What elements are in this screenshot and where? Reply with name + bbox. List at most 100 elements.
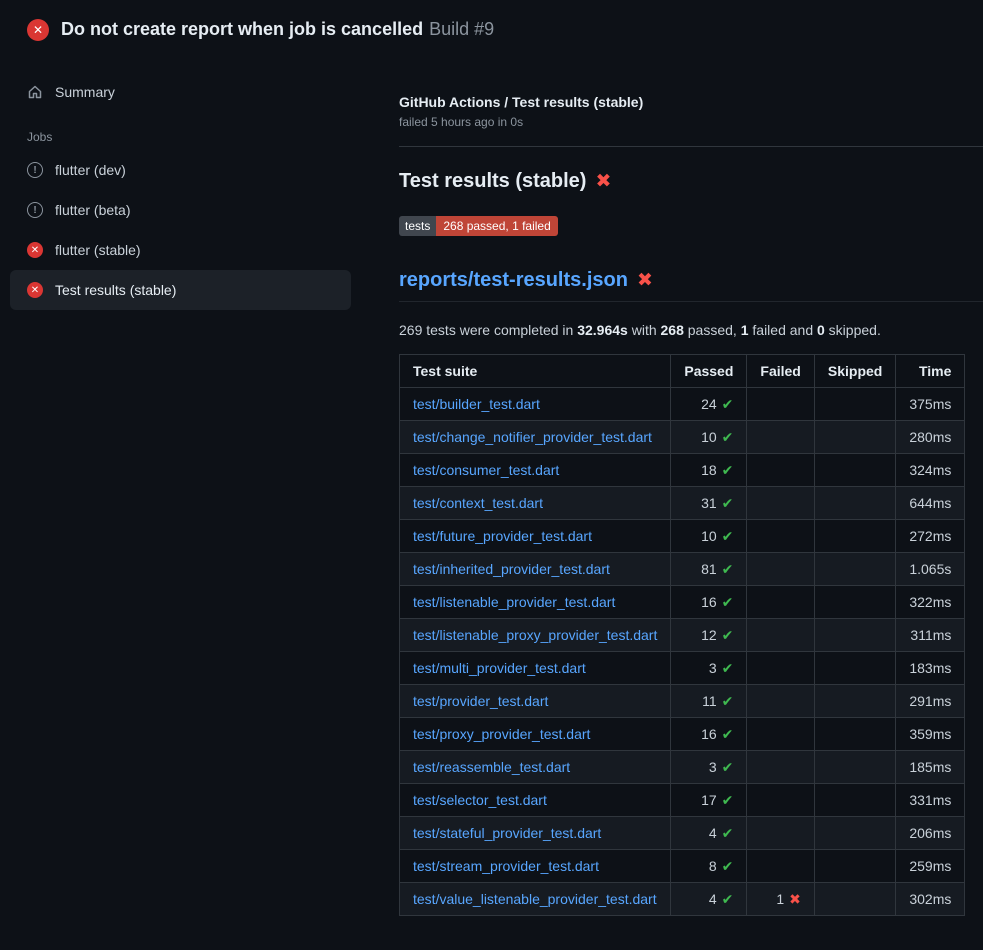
test-suite-cell: test/selector_test.dart bbox=[400, 784, 671, 817]
check-icon: ✔ bbox=[722, 594, 734, 610]
test-suite-link[interactable]: test/inherited_provider_test.dart bbox=[413, 561, 610, 577]
test-suite-link[interactable]: test/builder_test.dart bbox=[413, 396, 540, 412]
test-time-cell: 1.065s bbox=[896, 553, 965, 586]
check-icon: ✔ bbox=[722, 792, 734, 808]
cross-mark-icon: ✖ bbox=[637, 269, 653, 292]
sidebar-item-summary[interactable]: Summary bbox=[10, 72, 351, 112]
test-suite-link[interactable]: test/selector_test.dart bbox=[413, 792, 547, 808]
sidebar-item-job[interactable]: ✕ Test results (stable) bbox=[10, 270, 351, 310]
failed-count-cell: 1✖ bbox=[747, 883, 814, 916]
passed-count: 12 bbox=[701, 627, 717, 643]
cross-icon: ✖ bbox=[789, 891, 801, 907]
check-icon: ✔ bbox=[722, 396, 734, 412]
run-title-text: Do not create report when job is cancell… bbox=[61, 19, 423, 39]
test-suite-link[interactable]: test/proxy_provider_test.dart bbox=[413, 726, 590, 742]
table-row: test/multi_provider_test.dart3✔183ms bbox=[400, 652, 965, 685]
check-icon: ✔ bbox=[722, 627, 734, 643]
test-suite-link[interactable]: test/reassemble_test.dart bbox=[413, 759, 570, 775]
test-time-cell: 644ms bbox=[896, 487, 965, 520]
summary-text: with bbox=[628, 322, 661, 338]
failed-count-cell bbox=[747, 718, 814, 751]
passed-count: 17 bbox=[701, 792, 717, 808]
check-icon: ✔ bbox=[722, 726, 734, 742]
passed-count-cell: 11✔ bbox=[671, 685, 747, 718]
failed-count-cell bbox=[747, 520, 814, 553]
test-suite-link[interactable]: test/listenable_proxy_provider_test.dart bbox=[413, 627, 657, 643]
summary-text: 269 tests were completed in bbox=[399, 322, 577, 338]
sidebar-item-label: Test results (stable) bbox=[55, 282, 176, 298]
passed-count: 3 bbox=[709, 660, 717, 676]
failed-count-cell bbox=[747, 652, 814, 685]
check-icon: ✔ bbox=[722, 495, 734, 511]
passed-count-cell: 4✔ bbox=[671, 817, 747, 850]
test-suite-link[interactable]: test/stateful_provider_test.dart bbox=[413, 825, 601, 841]
passed-count-cell: 24 ✔ bbox=[671, 388, 747, 421]
test-suite-cell: test/change_notifier_provider_test.dart bbox=[400, 421, 671, 454]
failed-status-icon: ✕ bbox=[27, 282, 43, 298]
page-header: ✕ Do not create report when job is cance… bbox=[0, 0, 983, 56]
jobs-section-label: Jobs bbox=[10, 130, 351, 144]
test-suite-cell: test/multi_provider_test.dart bbox=[400, 652, 671, 685]
check-title: Test results (stable) ✖ bbox=[399, 170, 983, 193]
sidebar-item-label: Summary bbox=[55, 84, 115, 100]
passed-count: 81 bbox=[701, 561, 717, 577]
summary-text: passed, bbox=[684, 322, 741, 338]
passed-count-cell: 81✔ bbox=[671, 553, 747, 586]
test-suite-link[interactable]: test/change_notifier_provider_test.dart bbox=[413, 429, 652, 445]
report-link[interactable]: reports/test-results.json bbox=[399, 269, 628, 292]
passed-count: 31 bbox=[701, 495, 717, 511]
failed-status-icon: ✕ bbox=[27, 242, 43, 258]
test-suite-cell: test/future_provider_test.dart bbox=[400, 520, 671, 553]
test-suite-cell: test/builder_test.dart bbox=[400, 388, 671, 421]
passed-total: 268 bbox=[661, 322, 684, 338]
test-suite-cell: test/listenable_proxy_provider_test.dart bbox=[400, 619, 671, 652]
passed-count-cell: 3✔ bbox=[671, 751, 747, 784]
passed-count: 4 bbox=[709, 825, 717, 841]
passed-count: 24 bbox=[701, 396, 717, 412]
sidebar-item-label: flutter (stable) bbox=[55, 242, 141, 258]
table-row: test/stateful_provider_test.dart 4✔ 206ms bbox=[400, 817, 965, 850]
test-suite-cell: test/reassemble_test.dart bbox=[400, 751, 671, 784]
test-suite-link[interactable]: test/consumer_test.dart bbox=[413, 462, 559, 478]
test-suite-cell: test/listenable_provider_test.dart bbox=[400, 586, 671, 619]
skipped-count-cell bbox=[814, 487, 895, 520]
check-icon: ✔ bbox=[722, 891, 734, 907]
failed-count-cell bbox=[747, 685, 814, 718]
test-time-cell: 272ms bbox=[896, 520, 965, 553]
passed-count: 4 bbox=[709, 891, 717, 907]
skipped-count-cell bbox=[814, 652, 895, 685]
check-icon: ✔ bbox=[722, 858, 734, 874]
test-suite-link[interactable]: test/stream_provider_test.dart bbox=[413, 858, 599, 874]
sidebar-item-job[interactable]: !flutter (dev) bbox=[10, 150, 351, 190]
skipped-count-cell bbox=[814, 850, 895, 883]
sidebar-item-job[interactable]: ✕ flutter (stable) bbox=[10, 230, 351, 270]
test-suite-link[interactable]: test/multi_provider_test.dart bbox=[413, 660, 586, 676]
test-suite-link[interactable]: test/value_listenable_provider_test.dart bbox=[413, 891, 657, 907]
table-row: test/proxy_provider_test.dart16✔359ms bbox=[400, 718, 965, 751]
test-suite-link[interactable]: test/provider_test.dart bbox=[413, 693, 548, 709]
skipped-count-cell bbox=[814, 817, 895, 850]
table-header-row: Test suitePassedFailedSkippedTime bbox=[400, 355, 965, 388]
check-title-text: Test results (stable) bbox=[399, 170, 586, 193]
passed-count-cell: 16✔ bbox=[671, 718, 747, 751]
test-suite-link[interactable]: test/listenable_provider_test.dart bbox=[413, 594, 615, 610]
sidebar-item-job[interactable]: !flutter (beta) bbox=[10, 190, 351, 230]
test-time-cell: 185ms bbox=[896, 751, 965, 784]
build-number: Build #9 bbox=[429, 19, 494, 39]
passed-count: 3 bbox=[709, 759, 717, 775]
test-time-cell: 206ms bbox=[896, 817, 965, 850]
test-suite-cell: test/stream_provider_test.dart bbox=[400, 850, 671, 883]
test-suite-cell: test/consumer_test.dart bbox=[400, 454, 671, 487]
jobs-list: !flutter (dev)!flutter (beta) ✕ flutter (s… bbox=[10, 150, 351, 310]
total-duration: 32.964s bbox=[577, 322, 628, 338]
skipped-count-cell bbox=[814, 718, 895, 751]
failed-count-cell bbox=[747, 421, 814, 454]
test-suite-link[interactable]: test/future_provider_test.dart bbox=[413, 528, 592, 544]
breadcrumb: GitHub Actions / Test results (stable) bbox=[399, 94, 983, 110]
table-row: test/change_notifier_provider_test.dart 1… bbox=[400, 421, 965, 454]
failed-count-cell bbox=[747, 751, 814, 784]
skipped-count-cell bbox=[814, 388, 895, 421]
test-suite-link[interactable]: test/context_test.dart bbox=[413, 495, 543, 511]
skipped-count-cell bbox=[814, 619, 895, 652]
passed-count-cell: 10✔ bbox=[671, 421, 747, 454]
